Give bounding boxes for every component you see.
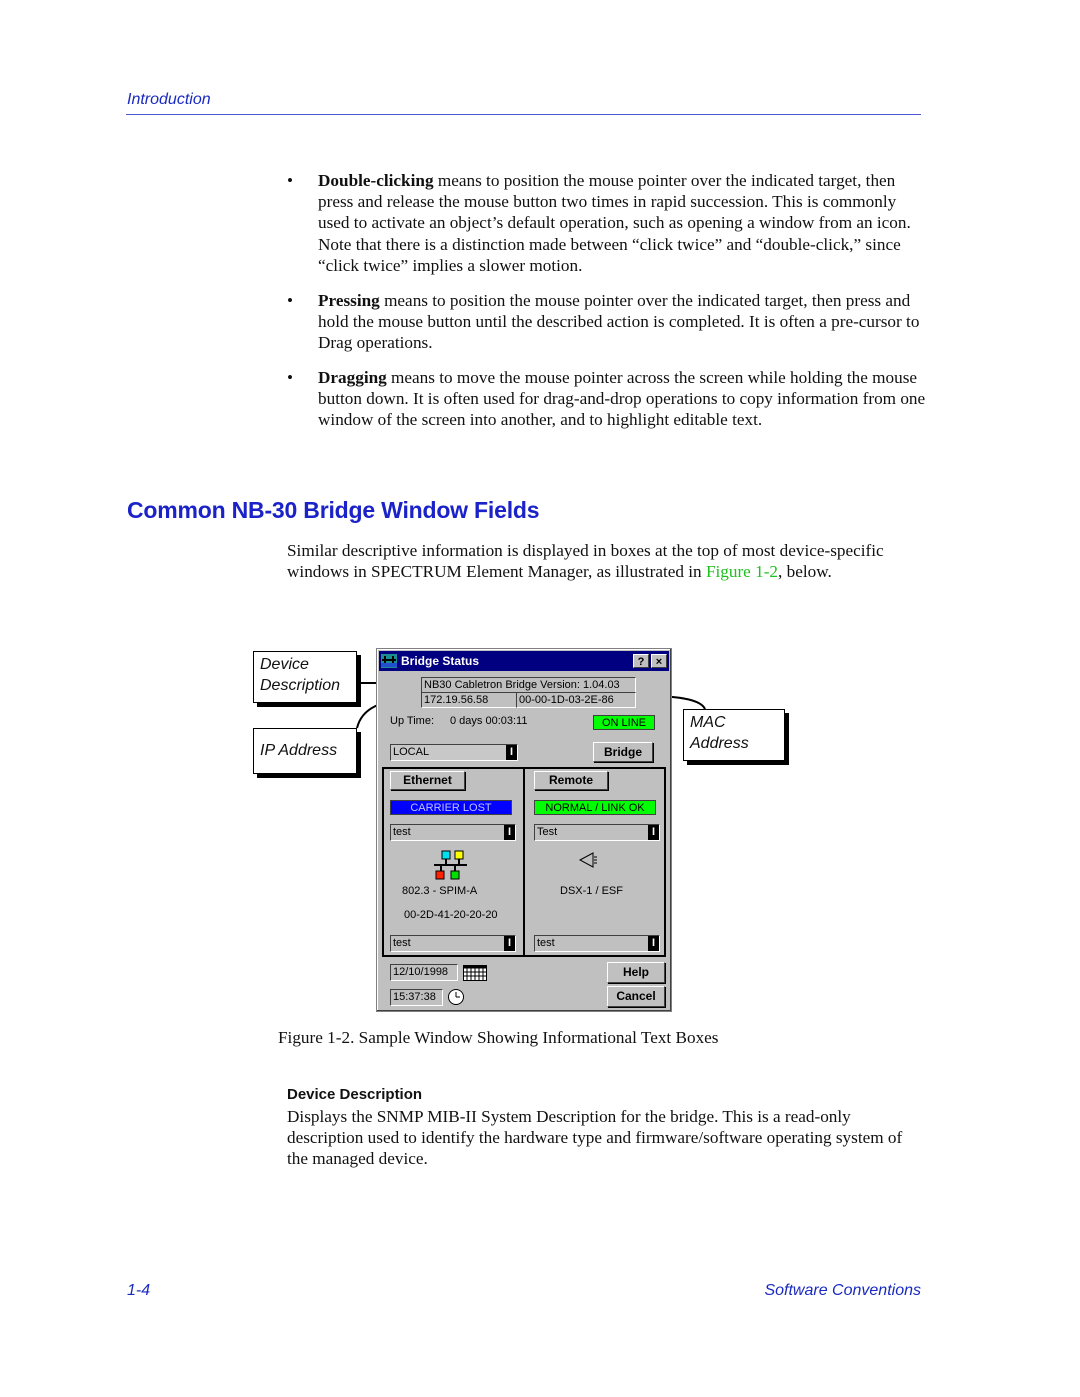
ibeam-icon: I <box>648 825 659 840</box>
remote-bottom-field[interactable]: test I <box>534 935 660 952</box>
bridge-button[interactable]: Bridge <box>593 742 653 762</box>
device-description-field: NB30 Cabletron Bridge Version: 1.04.03 <box>421 677 636 693</box>
subsection-heading: Device Description <box>287 1086 423 1103</box>
online-status: ON LINE <box>593 715 655 730</box>
ibeam-icon: I <box>648 936 659 951</box>
window-title: Bridge Status <box>401 654 480 668</box>
ibeam-icon: I <box>504 825 515 840</box>
bridge-icon <box>381 654 397 668</box>
uptime-value: 0 days 00:03:11 <box>450 715 528 727</box>
ethernet-network-icon <box>434 850 467 880</box>
remote-type: DSX-1 / ESF <box>560 885 623 897</box>
remote-button[interactable]: Remote <box>534 771 608 790</box>
remote-line-icon <box>579 852 597 868</box>
remote-name-value: Test <box>537 826 558 838</box>
footer-title: Software Conventions <box>764 1282 921 1299</box>
uptime-label: Up Time: <box>390 715 435 727</box>
help-button[interactable]: Help <box>607 962 665 983</box>
ethernet-name-field[interactable]: test I <box>390 824 516 841</box>
close-button[interactable]: × <box>651 654 667 668</box>
remote-name-field[interactable]: Test I <box>534 824 660 841</box>
ethernet-type: 802.3 - SPIM-A <box>402 885 478 897</box>
help-title-button[interactable]: ? <box>633 654 649 668</box>
cancel-button[interactable]: Cancel <box>607 986 665 1007</box>
ethernet-bottom-value: test <box>393 937 411 949</box>
ethernet-status: CARRIER LOST <box>390 800 512 815</box>
date-field: 12/10/1998 <box>390 964 458 981</box>
bridge-status-window: Bridge Status ? × NB30 Cabletron Bridge … <box>376 648 672 1012</box>
figure-caption: Figure 1-2. Sample Window Showing Inform… <box>278 1028 719 1047</box>
clock-icon[interactable] <box>447 988 465 1006</box>
calendar-icon[interactable] <box>463 965 487 981</box>
ethernet-name-value: test <box>393 826 411 838</box>
remote-bottom-value: test <box>537 937 555 949</box>
ethernet-bottom-field[interactable]: test I <box>390 935 516 952</box>
mac-address-field: 00-00-1D-03-2E-86 <box>516 692 636 708</box>
time-field: 15:37:38 <box>390 989 443 1006</box>
title-bar[interactable]: Bridge Status ? × <box>379 651 669 671</box>
ibeam-icon: I <box>504 936 515 951</box>
ethernet-button[interactable]: Ethernet <box>390 771 465 790</box>
ip-address-field: 172.19.56.58 <box>421 692 517 708</box>
subsection-text: Displays the SNMP MIB-II System Descript… <box>287 1107 903 1169</box>
location-value: LOCAL <box>393 746 430 758</box>
page-number: 1-4 <box>127 1282 151 1299</box>
remote-status: NORMAL / LINK OK <box>534 800 656 815</box>
ethernet-mac: 00-2D-41-20-20-20 <box>404 909 498 921</box>
location-field[interactable]: LOCAL I <box>390 744 518 761</box>
ibeam-icon: I <box>506 745 517 760</box>
